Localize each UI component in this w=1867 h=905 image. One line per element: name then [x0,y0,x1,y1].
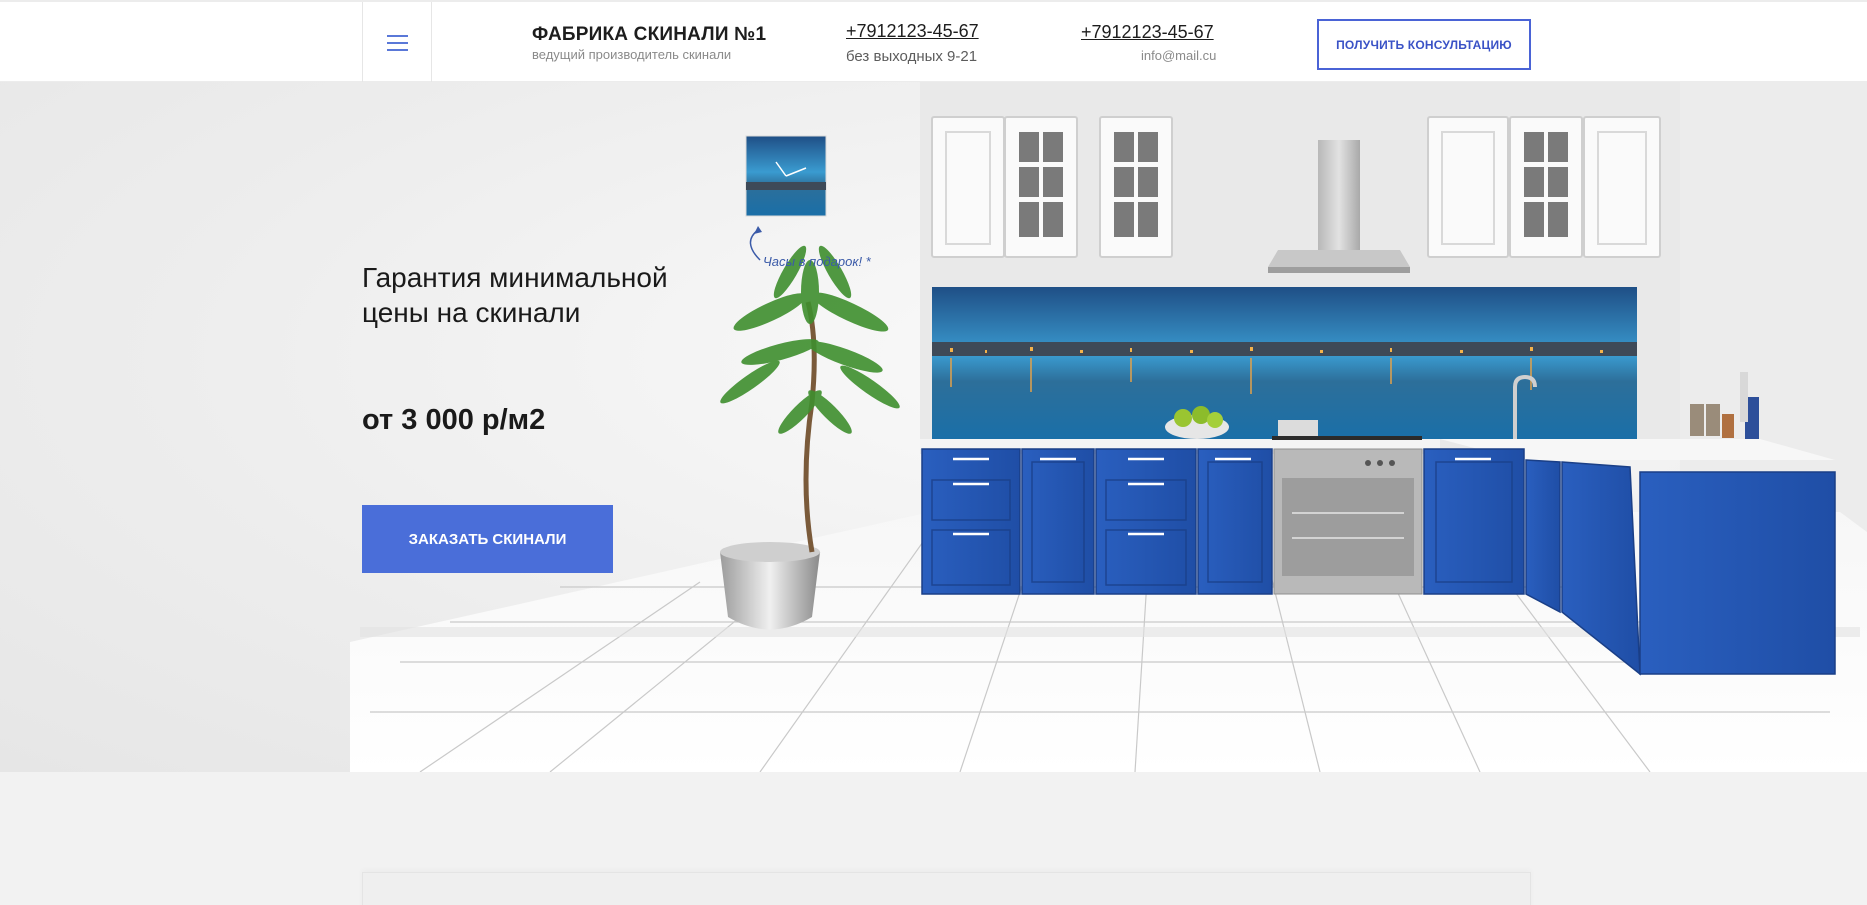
working-hours: без выходных 9-21 [846,48,978,65]
price-text: от 3 000 р/м2 [362,404,546,436]
gift-note: Часы в подарок! * [763,254,871,269]
site-header: ФАБРИКА СКИНАЛИ №1 ведущий производитель… [0,0,1867,83]
hero-headline: Гарантия минимальной цены на скинали [362,262,668,328]
consultation-button[interactable]: ПОЛУЧИТЬ КОНСУЛЬТАЦИЮ [1317,19,1531,70]
phone-link-primary[interactable]: +7912123-45-67 [846,21,979,42]
email-text: info@mail.cu [1141,48,1217,63]
content-card [362,872,1531,905]
phone-link-secondary[interactable]: +7912123-45-67 [1081,22,1214,43]
hamburger-menu-icon [386,30,408,56]
order-button[interactable]: ЗАКАЗАТЬ СКИНАЛИ [362,505,613,573]
brand-title: ФАБРИКА СКИНАЛИ №1 [532,24,767,45]
kitchen-illustration [350,82,1867,772]
menu-button[interactable] [362,2,432,83]
brand-subtitle: ведущий производитель скинали [532,47,732,62]
hero-section: Часы в подарок! * Гарантия минимальной ц… [0,82,1867,772]
